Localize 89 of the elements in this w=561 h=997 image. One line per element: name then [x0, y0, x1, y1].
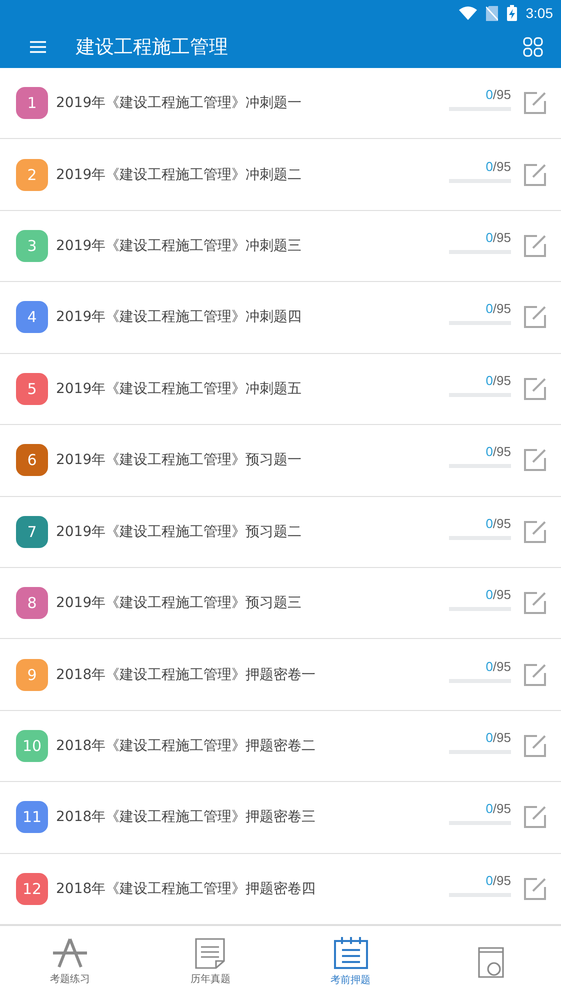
tab-label: 考题练习	[50, 972, 90, 986]
done-count: 0	[486, 158, 493, 174]
total-count: /95	[492, 301, 511, 316]
paper-item[interactable]: 9 2018年《建设工程施工管理》押题密卷一 0/95	[0, 639, 561, 711]
done-count: 0	[486, 801, 493, 816]
done-count: 0	[486, 516, 493, 531]
edit-icon[interactable]	[523, 448, 547, 472]
done-count: 0	[486, 87, 493, 102]
done-count: 0	[486, 872, 493, 888]
paper-title: 2019年《建设工程施工管理》冲刺题一	[56, 94, 303, 112]
number-badge: 1	[16, 87, 48, 120]
number-badge: 5	[16, 372, 48, 405]
total-count: /95	[492, 872, 511, 888]
edit-icon[interactable]	[523, 662, 547, 687]
edit-icon[interactable]	[523, 234, 547, 258]
paper-item[interactable]: 4 2019年《建设工程施工管理》冲刺题四 0/95	[0, 282, 561, 354]
done-count: 0	[486, 587, 493, 602]
done-count: 0	[486, 658, 493, 674]
paper-item[interactable]: 11 2018年《建设工程施工管理》押题密卷三 0/95	[0, 782, 561, 854]
paper-title: 2018年《建设工程施工管理》押题密卷三	[56, 808, 317, 826]
no-sim-icon	[486, 6, 498, 20]
number-badge: 4	[16, 301, 48, 334]
edit-icon[interactable]	[523, 805, 547, 830]
paper-title: 2018年《建设工程施工管理》押题密卷一	[56, 666, 317, 684]
paper-title: 2019年《建设工程施工管理》冲刺题二	[56, 166, 303, 184]
total-count: /95	[492, 516, 511, 531]
paper-title: 2019年《建设工程施工管理》预习题一	[56, 451, 303, 470]
number-badge: 11	[16, 801, 48, 834]
paper-title: 2019年《建设工程施工管理》冲刺题五	[56, 380, 303, 398]
paper-title: 2019年《建设工程施工管理》预习题三	[56, 594, 303, 612]
edit-icon[interactable]	[523, 376, 547, 401]
number-badge: 7	[16, 516, 48, 548]
paper-item[interactable]: 10 2018年《建设工程施工管理》押题密卷二 0/95	[0, 710, 561, 782]
document-icon	[194, 937, 226, 969]
grid-icon[interactable]	[523, 37, 543, 57]
number-badge: 8	[16, 587, 48, 620]
paper-item[interactable]: 5 2019年《建设工程施工管理》冲刺题五 0/95	[0, 354, 561, 426]
edit-icon[interactable]	[523, 734, 547, 758]
paper-title: 2018年《建设工程施工管理》押题密卷四	[56, 880, 317, 898]
total-count: /95	[492, 158, 511, 174]
total-count: /95	[492, 87, 511, 102]
done-count: 0	[486, 730, 493, 745]
edit-icon[interactable]	[523, 520, 547, 544]
number-badge: 12	[16, 872, 48, 905]
paper-item[interactable]: 12 2018年《建设工程施工管理》押题密卷四 0/95	[0, 854, 561, 926]
nav-tab[interactable]: 考题练习	[0, 926, 140, 997]
total-count: /95	[492, 801, 511, 816]
total-count: /95	[492, 730, 511, 745]
number-badge: 2	[16, 158, 48, 191]
edit-icon[interactable]	[523, 305, 547, 330]
paper-title: 2018年《建设工程施工管理》押题密卷二	[56, 737, 317, 755]
total-count: /95	[492, 444, 511, 460]
book-icon	[476, 944, 506, 978]
paper-item[interactable]: 7 2019年《建设工程施工管理》预习题二 0/95	[0, 496, 561, 568]
total-count: /95	[492, 658, 511, 674]
total-count: /95	[492, 372, 511, 388]
done-count: 0	[486, 372, 493, 388]
tab-label: 考前押题	[330, 974, 371, 987]
number-badge: 3	[16, 230, 48, 262]
battery-icon	[506, 5, 517, 21]
menu-icon[interactable]	[30, 41, 46, 53]
compass-icon	[51, 937, 90, 969]
paper-title: 2019年《建设工程施工管理》预习题二	[56, 522, 303, 541]
edit-icon[interactable]	[523, 91, 547, 116]
done-count: 0	[486, 444, 493, 460]
app-title: 建设工程施工管理	[76, 35, 229, 60]
paper-item[interactable]: 3 2019年《建设工程施工管理》冲刺题三 0/95	[0, 210, 561, 282]
status-time: 3:05	[526, 5, 553, 21]
done-count: 0	[486, 301, 493, 316]
paper-title: 2019年《建设工程施工管理》冲刺题四	[56, 308, 303, 326]
edit-icon[interactable]	[523, 162, 547, 187]
total-count: /95	[492, 230, 511, 246]
edit-icon[interactable]	[523, 591, 547, 616]
number-badge: 6	[16, 444, 48, 476]
paper-title: 2019年《建设工程施工管理》冲刺题三	[56, 237, 303, 256]
edit-icon[interactable]	[523, 876, 547, 901]
wifi-icon	[458, 6, 477, 20]
nav-tab[interactable]: 考前押题	[280, 926, 421, 997]
calendar-icon	[332, 936, 369, 970]
nav-tab[interactable]: 历年真题	[140, 926, 280, 997]
paper-item[interactable]: 6 2019年《建设工程施工管理》预习题一 0/95	[0, 425, 561, 497]
number-badge: 9	[16, 658, 48, 691]
number-badge: 10	[16, 730, 48, 762]
paper-item[interactable]: 2 2019年《建设工程施工管理》冲刺题二 0/95	[0, 139, 561, 211]
paper-item[interactable]: 1 2019年《建设工程施工管理》冲刺题一 0/95	[0, 68, 561, 140]
total-count: /95	[492, 587, 511, 602]
paper-item[interactable]: 8 2019年《建设工程施工管理》预习题三 0/95	[0, 568, 561, 640]
tab-label: 历年真题	[190, 972, 230, 986]
done-count: 0	[486, 230, 493, 246]
